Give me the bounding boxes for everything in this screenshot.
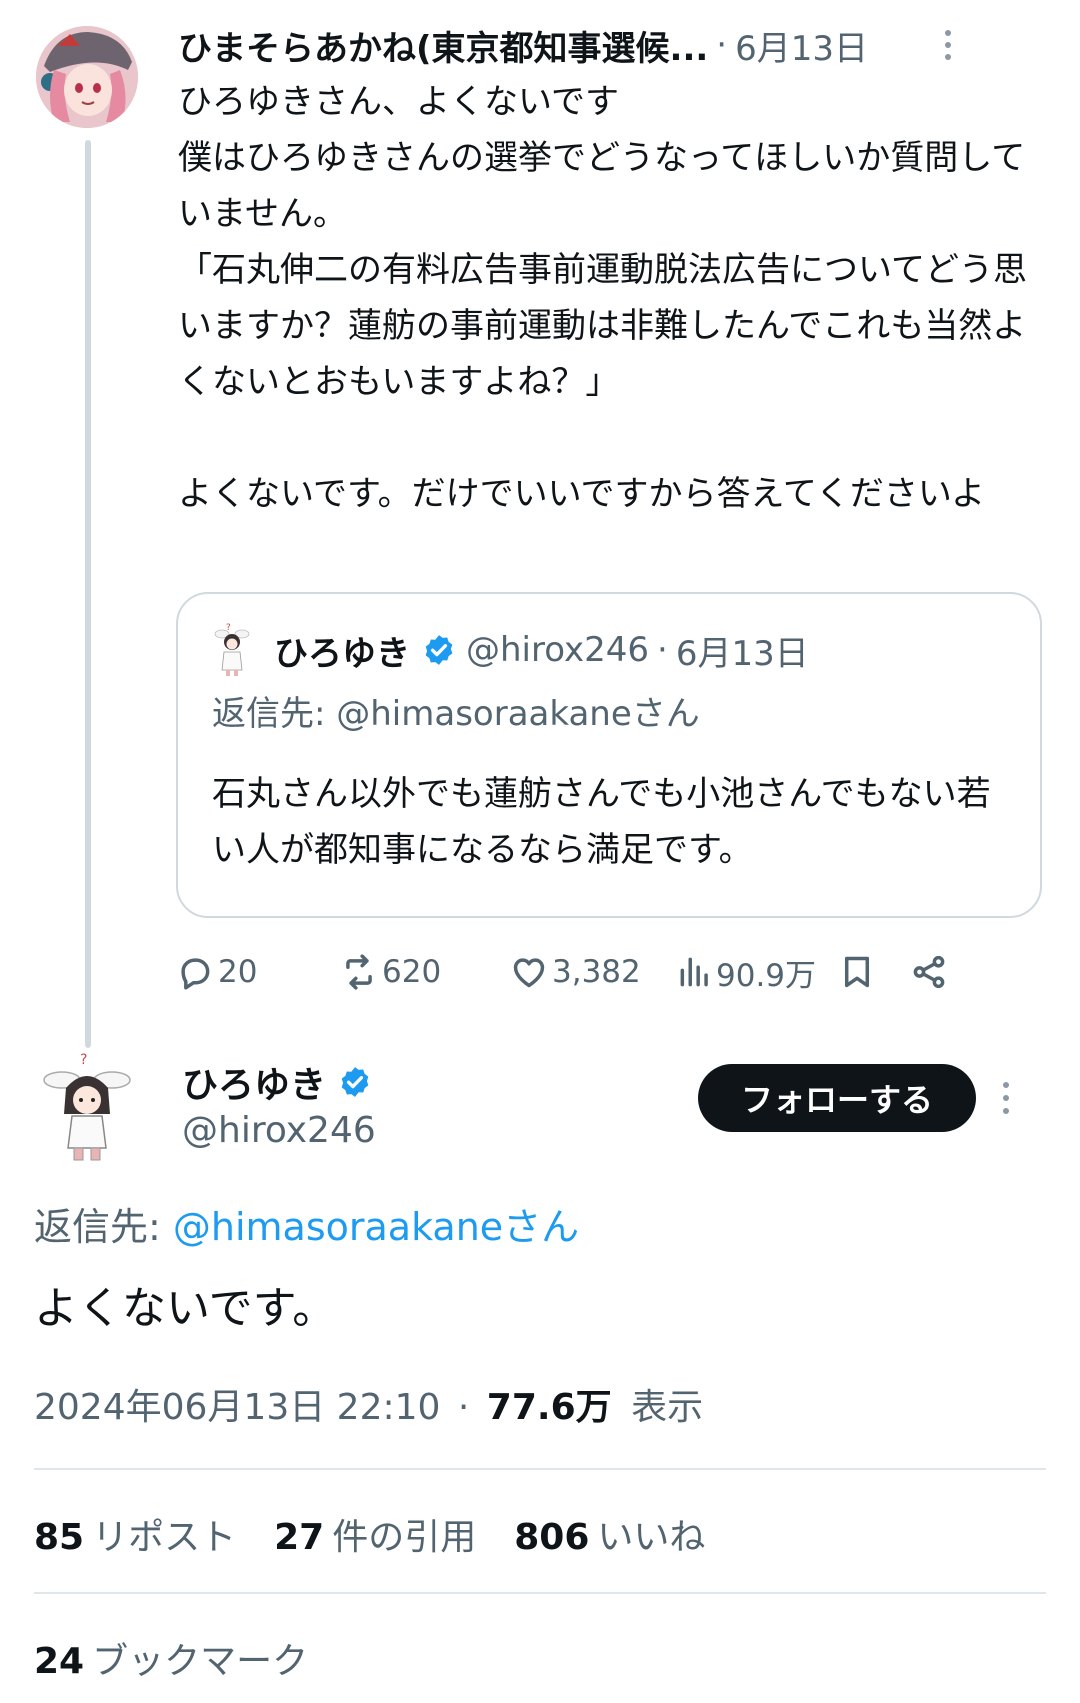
quote-separator: · [657, 630, 668, 670]
quote-author-name[interactable]: ひろゆき [274, 626, 410, 675]
views-button[interactable]: 90.9万 [676, 944, 816, 1000]
reply-icon [181, 958, 210, 990]
share-icon [913, 955, 945, 989]
views-count: 90.9万 [716, 957, 817, 994]
parent-tweet-text: ひろゆきさん、よくないです 僕はひろゆきさんの選挙でどうなってほしいか質問してい… [178, 82, 1027, 514]
reposts-count: 85 [34, 1517, 85, 1558]
repost-button[interactable]: 620 [340, 944, 441, 1000]
reply-count: 20 [218, 954, 258, 990]
svg-text:?: ? [80, 1052, 87, 1068]
main-tweet-text: よくないです。 [34, 1283, 337, 1334]
main-reply-to: 返信先: @himasoraakaneさん [34, 1196, 579, 1251]
reply-to-handle-link[interactable]: @himasoraakaneさん [173, 1205, 579, 1249]
quotes-stat[interactable]: 27 件の引用 [274, 1508, 476, 1560]
quote-text: 石丸さん以外でも蓮舫さんでも小池さんでもない若い人が都知事になるなら満足です。 [212, 774, 991, 870]
divider [34, 1468, 1046, 1470]
thread-connector-line [85, 140, 91, 1048]
bookmarks-label: ブックマーク [92, 1641, 309, 1682]
main-author-handle[interactable]: @hirox246 [182, 1110, 376, 1151]
quote-author-avatar[interactable]: ? [212, 622, 252, 678]
divider [34, 1592, 1046, 1594]
like-count: 3,382 [552, 954, 641, 990]
main-author-name[interactable]: ひろゆき [182, 1056, 326, 1108]
reposts-label: リポスト [92, 1517, 237, 1558]
bookmark-icon [844, 956, 870, 988]
main-author-name-row: ひろゆき [182, 1054, 382, 1110]
quotes-count: 27 [274, 1517, 325, 1558]
parent-tweet-date[interactable]: 6月13日 [735, 21, 868, 70]
reposts-stat[interactable]: 85 リポスト [34, 1508, 236, 1560]
bookmark-button[interactable] [838, 944, 876, 1000]
more-icon[interactable] [1000, 1082, 1012, 1114]
bookmarks-count: 24 [34, 1641, 85, 1682]
main-views-label: 表示 [631, 1387, 704, 1428]
bookmarks-stat[interactable]: 24 ブックマーク [34, 1632, 308, 1684]
repost-count: 620 [382, 954, 442, 990]
main-tweet-meta: 2024年06月13日 22:10 · 77.6万 表示 [34, 1378, 703, 1430]
reply-button[interactable]: 20 [176, 944, 257, 1000]
share-button[interactable] [910, 944, 948, 1000]
like-icon [513, 958, 545, 988]
meta-separator: · [457, 1387, 470, 1428]
likes-stat[interactable]: 806 いいね [514, 1508, 705, 1560]
quote-reply-to: 返信先: @himasoraakaneさん [212, 694, 700, 734]
parent-author-name[interactable]: ひまそらあかね(東京都知事選候... [178, 21, 708, 70]
verified-badge-icon [341, 1067, 369, 1097]
views-icon [680, 957, 708, 987]
parent-tweet-header: ひまそらあかね(東京都知事選候... · 6月13日 [178, 18, 988, 72]
quote-date[interactable]: 6月13日 [676, 626, 809, 675]
reply-to-prefix: 返信先: [34, 1205, 173, 1249]
main-engagement-stats: 85 リポスト 27 件の引用 806 いいね [34, 1508, 743, 1560]
likes-label: いいね [597, 1517, 706, 1558]
like-button[interactable]: 3,382 [510, 944, 641, 1000]
repost-icon [346, 954, 372, 990]
follow-button[interactable]: フォローする [698, 1064, 976, 1132]
quote-author-handle[interactable]: @hirox246 [466, 630, 649, 670]
more-icon[interactable] [942, 30, 954, 60]
main-author-avatar[interactable]: ? [36, 1050, 138, 1168]
likes-count: 806 [514, 1517, 590, 1558]
quoted-tweet-card[interactable]: ? ひろゆき @hirox246 · 6月13日 返信先: @himasoraa… [176, 592, 1042, 918]
parent-author-avatar[interactable] [36, 26, 138, 128]
quotes-label: 件の引用 [332, 1517, 477, 1558]
header-separator: · [716, 25, 728, 65]
main-views-count: 77.6万 [486, 1387, 612, 1428]
parent-action-bar: 20 620 3,382 90.9万 [176, 944, 1036, 1000]
main-tweet-timestamp[interactable]: 2024年06月13日 22:10 [34, 1387, 440, 1428]
quote-header: ? ひろゆき @hirox246 · 6月13日 [212, 622, 809, 678]
verified-badge-icon [425, 635, 453, 665]
